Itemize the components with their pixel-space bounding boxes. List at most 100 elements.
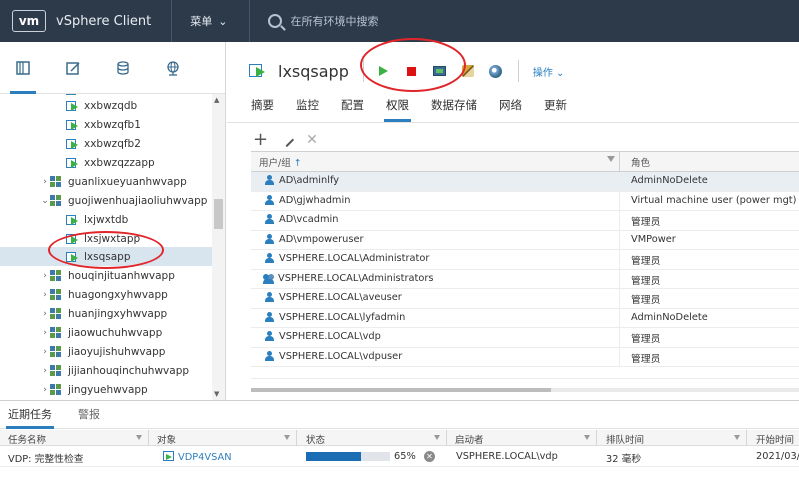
scrollbar-thumb[interactable] [214, 199, 223, 229]
cell-role: 管理员 [631, 217, 661, 228]
tree-item[interactable]: › guanlixueyuanhwvapp [0, 172, 212, 191]
table-row[interactable]: VSPHERE.LOCAL\Administrators 管理员 [251, 269, 799, 289]
edit-permission-icon[interactable] [280, 132, 295, 148]
column-header-status[interactable]: 状态 [306, 432, 325, 446]
column-header-task-name[interactable]: 任务名称 [8, 432, 46, 446]
cancel-task-icon[interactable]: ✕ [424, 451, 435, 462]
cell-role: AdminNoDelete [631, 311, 708, 323]
task-target-link[interactable]: VDP4VSAN [163, 451, 232, 463]
table-row[interactable]: VSPHERE.LOCAL\lyfadmin AdminNoDelete [251, 308, 799, 328]
tree-item[interactable]: xxbwzqfb2 [0, 134, 212, 153]
actions-dropdown[interactable]: 操作 ⌄ [533, 64, 565, 79]
scrollbar-thumb[interactable] [251, 388, 551, 392]
tab-networks[interactable]: 网络 [499, 94, 522, 122]
sort-ascending-icon: ↑ [293, 158, 302, 169]
vapp-icon [50, 175, 63, 188]
filter-icon[interactable] [734, 435, 740, 440]
tree-item[interactable]: › huagongxyhwvapp [0, 285, 212, 304]
add-permission-icon[interactable]: + [253, 131, 268, 149]
task-row[interactable]: VDP: 完整性检查 VDP4VSAN 65% ✕ VSPHERE.LOCAL\… [0, 447, 799, 467]
filter-icon[interactable] [136, 435, 142, 440]
storage-icon[interactable] [112, 57, 134, 79]
cell-user: AD\adminlfy [279, 175, 340, 186]
scroll-up-icon[interactable]: ▲ [214, 96, 219, 104]
column-header-target[interactable]: 对象 [157, 432, 176, 446]
cell-role: 管理员 [631, 334, 661, 345]
tree-item[interactable]: › jiaowuchuhwvapp [0, 323, 212, 342]
tree-item-label: huanjingxyhwvapp [68, 307, 168, 320]
table-row[interactable]: AD\vmpoweruser VMPower [251, 230, 799, 250]
cell-user: VSPHERE.LOCAL\Administrators [278, 272, 434, 284]
menu-button[interactable]: 菜单 ⌄ [190, 13, 227, 29]
chevron-right-icon[interactable]: › [40, 347, 50, 357]
tab-configure[interactable]: 配置 [341, 94, 364, 122]
networking-icon[interactable] [162, 57, 184, 79]
column-header-initiator[interactable]: 启动者 [455, 432, 484, 446]
chevron-right-icon[interactable]: › [40, 385, 50, 395]
tab-summary[interactable]: 摘要 [251, 94, 274, 122]
tree-item[interactable]: › huanjingxyhwvapp [0, 304, 212, 323]
table-row[interactable]: AD\vcadmin 管理员 [251, 211, 799, 231]
chevron-right-icon[interactable]: › [40, 290, 50, 300]
tab-datastores[interactable]: 数据存储 [431, 94, 477, 122]
table-row[interactable]: VSPHERE.LOCAL\Administrator 管理员 [251, 250, 799, 270]
tree-item[interactable]: › jijianhouqinchuhwvapp [0, 361, 212, 380]
tree-item-label: lxjwxtdb [84, 213, 129, 226]
cell-user: AD\gjwhadmin [279, 194, 351, 206]
tab-permissions[interactable]: 权限 [384, 94, 411, 122]
column-header-role[interactable]: 角色 [631, 155, 650, 169]
global-search[interactable]: 在所有环境中搜索 [268, 13, 378, 29]
grid-horizontal-scrollbar[interactable] [251, 388, 799, 392]
table-row[interactable]: VSPHERE.LOCAL\vdp 管理员 [251, 328, 799, 348]
filter-icon[interactable] [607, 156, 615, 162]
table-row[interactable]: AD\adminlfy AdminNoDelete [251, 172, 799, 192]
tab-updates[interactable]: 更新 [544, 94, 567, 122]
column-divider[interactable] [619, 152, 620, 172]
filter-icon[interactable] [584, 435, 590, 440]
filter-icon[interactable] [284, 435, 290, 440]
chevron-right-icon[interactable]: › [40, 309, 50, 319]
tree-item[interactable]: lxjwxtdb [0, 210, 212, 229]
cell-user: VSPHERE.LOCAL\Administrator [279, 253, 430, 264]
column-header-queued-for[interactable]: 排队时间 [606, 432, 644, 446]
vm-icon [66, 138, 79, 150]
user-icon [265, 292, 274, 303]
search-icon [268, 14, 283, 28]
tab-recent-tasks[interactable]: 近期任务 [6, 401, 54, 429]
scroll-down-icon[interactable]: ▼ [214, 390, 219, 398]
tab-alarms[interactable]: 警报 [78, 401, 100, 429]
search-input[interactable]: 在所有环境中搜索 [290, 13, 378, 29]
chevron-right-icon[interactable]: › [40, 366, 50, 376]
cell-user: VSPHERE.LOCAL\vdp [279, 331, 381, 342]
user-icon [265, 214, 274, 225]
tree-item[interactable]: xxbwzqfb1 [0, 115, 212, 134]
chevron-right-icon[interactable]: › [40, 271, 50, 281]
table-row[interactable]: VSPHERE.LOCAL\vdpuser 管理员 [251, 347, 799, 367]
tab-monitor[interactable]: 监控 [296, 94, 319, 122]
column-header-start-time[interactable]: 开始时间 [756, 432, 794, 446]
table-row[interactable]: AD\gjwhadmin Virtual machine user (power… [251, 191, 799, 211]
top-header: vm vSphere Client 菜单 ⌄ 在所有环境中搜索 [0, 0, 799, 42]
delete-permission-icon[interactable]: ✕ [306, 132, 318, 148]
hosts-clusters-icon[interactable] [12, 57, 34, 79]
vms-templates-icon[interactable] [62, 57, 84, 79]
tree-item[interactable]: › jiaoyujishuhwvapp [0, 342, 212, 361]
vmware-logo[interactable]: vm [12, 10, 46, 32]
cell-user: AD\vmpoweruser [279, 233, 364, 245]
tree-item[interactable]: xxbwzqdb [0, 96, 212, 115]
tree-item[interactable]: › jingyuehwvapp [0, 380, 212, 399]
chevron-right-icon[interactable]: › [40, 328, 50, 338]
user-icon [265, 311, 274, 323]
chevron-right-icon[interactable]: › [40, 177, 50, 187]
filter-icon[interactable] [434, 435, 440, 440]
cell-role: AdminNoDelete [631, 175, 708, 186]
column-header-user[interactable]: 用户/组 ↑ [259, 155, 302, 169]
snapshot-button[interactable] [488, 63, 504, 79]
tree-item-label: xxbwzqfb2 [84, 137, 141, 150]
chevron-down-icon[interactable]: ⌄ [40, 196, 50, 206]
tree-item[interactable]: xxbwzqzzapp [0, 153, 212, 172]
table-row[interactable] [251, 367, 799, 379]
navigator-scrollbar[interactable]: ▲ ▼ [212, 94, 225, 400]
table-row[interactable]: VSPHERE.LOCAL\aveuser 管理员 [251, 289, 799, 309]
tree-item[interactable]: ⌄ guojiwenhuajiaoliuhwvapp [0, 191, 212, 210]
